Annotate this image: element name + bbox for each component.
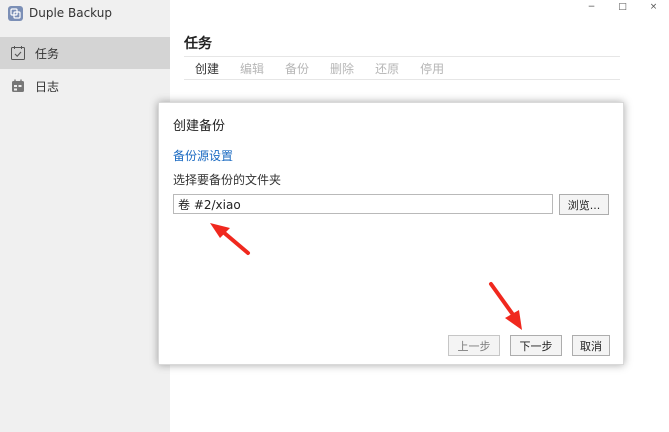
folder-description: 选择要备份的文件夹 [173,173,282,187]
create-button[interactable]: 创建 [195,60,219,77]
dialog-title: 创建备份 [173,119,226,134]
delete-button[interactable]: 删除 [330,60,354,77]
minimize-button[interactable]: − [576,0,607,14]
sidebar-item-tasks[interactable]: 任务 [0,37,170,69]
app-title-text: Duple Backup [29,6,112,20]
cancel-button[interactable]: 取消 [572,335,610,356]
section-title: 备份源设置 [173,149,234,163]
log-icon [10,78,26,94]
page-title: 任务 [184,36,212,52]
calendar-check-icon [10,45,26,61]
previous-step-button[interactable]: 上一步 [448,335,500,356]
sidebar-item-label: 日志 [35,79,60,94]
source-folder-input[interactable] [173,194,553,214]
disable-button[interactable]: 停用 [420,60,444,77]
edit-button[interactable]: 编辑 [240,60,264,77]
sidebar: Duple Backup 任务 日志 [0,0,170,432]
browse-button[interactable]: 浏览... [559,194,609,215]
next-step-button[interactable]: 下一步 [510,335,562,356]
sidebar-item-logs[interactable]: 日志 [0,70,170,102]
app-logo-icon [8,5,23,21]
toolbar: 创建 编辑 备份 删除 还原 停用 [184,56,620,80]
close-button[interactable]: × [638,0,669,14]
restore-button[interactable]: 还原 [375,60,399,77]
maximize-button[interactable]: □ [607,0,638,14]
window-controls: − □ × [576,0,669,14]
app-title: Duple Backup [8,4,112,22]
sidebar-item-label: 任务 [35,46,60,61]
backup-button[interactable]: 备份 [285,60,309,77]
create-backup-dialog: 创建备份 备份源设置 选择要备份的文件夹 浏览... 上一步 下一步 取消 [158,102,624,365]
